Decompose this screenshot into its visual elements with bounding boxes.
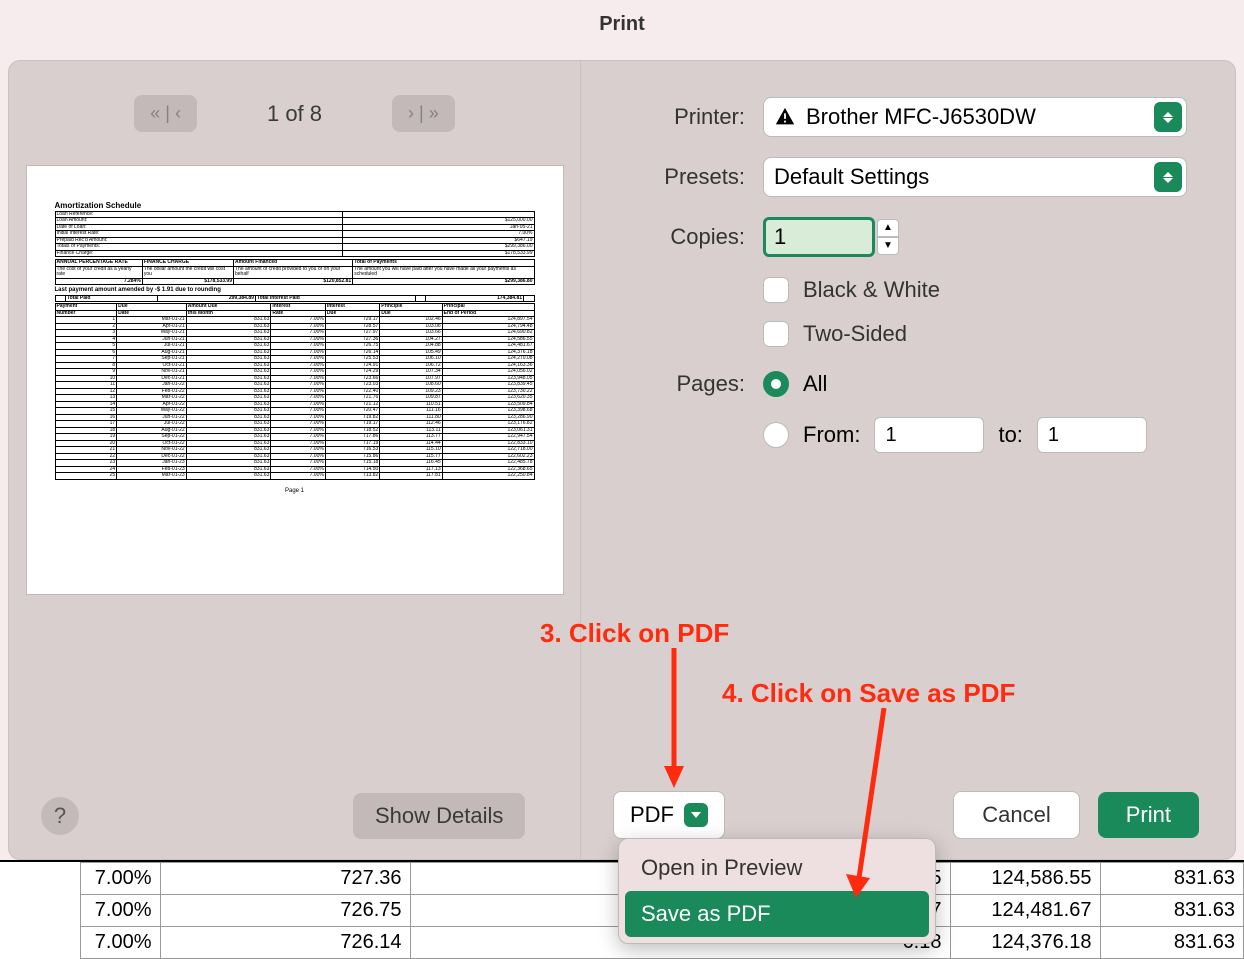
pages-range-radio[interactable]: [763, 422, 789, 448]
preview-heading: Amortization Schedule: [55, 202, 535, 211]
preview-column: « | ‹ 1 of 8 › | » Amortization Schedule…: [9, 61, 581, 859]
help-button[interactable]: ?: [41, 797, 79, 835]
copies-step-up[interactable]: ▲: [877, 219, 899, 237]
presets-label: Presets:: [629, 164, 745, 190]
cancel-button[interactable]: Cancel: [953, 791, 1079, 839]
preview-meta-table: Loan Reference:Loan Amount:$125,000.00Da…: [55, 211, 535, 258]
pages-from-input[interactable]: [874, 417, 984, 453]
window-title: Print: [0, 0, 1244, 48]
bw-checkbox[interactable]: [763, 277, 789, 303]
form-column: Printer: Brother MFC-J6530DW Presets: De…: [581, 61, 1235, 859]
prev-page-button[interactable]: « | ‹: [134, 95, 197, 132]
pages-all-radio[interactable]: [763, 371, 789, 397]
pdf-menu-save-as-pdf[interactable]: Save as PDF: [625, 891, 929, 937]
presets-select[interactable]: Default Settings: [763, 157, 1187, 197]
printer-select[interactable]: Brother MFC-J6530DW: [763, 97, 1187, 137]
printer-label: Printer:: [629, 104, 745, 130]
chevron-down-icon: [684, 803, 708, 827]
bw-label: Black & White: [803, 277, 940, 303]
copies-label: Copies:: [629, 224, 745, 250]
twosided-label: Two-Sided: [803, 321, 907, 347]
preview-schedule-table: PaymentDueAmount DueInterestInterestPrin…: [55, 303, 535, 480]
page-indicator: 1 of 8: [267, 101, 322, 127]
warning-icon: [774, 106, 796, 128]
pdf-dropdown-button[interactable]: PDF: [613, 791, 725, 839]
copies-step-down[interactable]: ▼: [877, 237, 899, 255]
preview-disclosure-table: ANNUAL PERCENTAGE RATEFINANCE CHARGEAmou…: [55, 259, 535, 285]
preview-totals-table: Total Paid299,384.89Total Interest Paid1…: [55, 295, 535, 303]
show-details-button[interactable]: Show Details: [353, 793, 525, 839]
pdf-button-label: PDF: [630, 802, 674, 828]
to-label: to:: [998, 422, 1022, 448]
page-preview: Amortization Schedule Loan Reference:Loa…: [27, 166, 563, 594]
pages-all-label: All: [803, 371, 827, 397]
printer-value: Brother MFC-J6530DW: [806, 104, 1036, 130]
preview-page-number: Page 1: [55, 488, 535, 495]
preview-amend-note: Last payment amount amended by -$ 1.91 d…: [55, 287, 535, 294]
dropdown-icon: [1154, 162, 1182, 192]
pdf-menu: Open in Preview Save as PDF: [618, 838, 936, 944]
dropdown-icon: [1154, 102, 1182, 132]
pdf-menu-open-preview[interactable]: Open in Preview: [625, 845, 929, 891]
pages-to-input[interactable]: [1037, 417, 1147, 453]
next-page-button[interactable]: › | »: [392, 95, 455, 132]
print-dialog: « | ‹ 1 of 8 › | » Amortization Schedule…: [8, 60, 1236, 860]
print-button[interactable]: Print: [1098, 792, 1199, 838]
pages-label: Pages:: [629, 371, 745, 397]
copies-input[interactable]: [763, 217, 875, 257]
from-label: From:: [803, 422, 860, 448]
presets-value: Default Settings: [774, 164, 929, 190]
copies-stepper: ▲ ▼: [763, 217, 899, 257]
twosided-checkbox[interactable]: [763, 321, 789, 347]
page-nav: « | ‹ 1 of 8 › | »: [9, 95, 580, 132]
